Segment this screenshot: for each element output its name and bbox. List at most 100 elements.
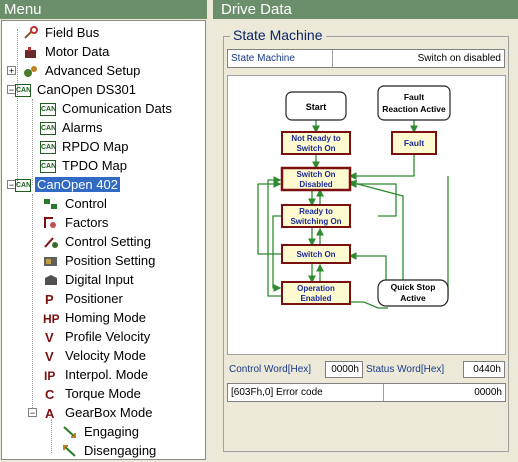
svg-text:V: V: [45, 330, 54, 344]
svg-text:Enabled: Enabled: [300, 294, 331, 303]
disengaging-icon: [62, 444, 78, 458]
control-status-row: Control Word[Hex] 0000h Status Word[Hex]…: [227, 361, 506, 378]
error-code-value: 0000h: [474, 387, 502, 398]
menu-item-canopen-ds301[interactable]: CAN CanOpen DS301: [15, 80, 138, 99]
menu-item-label: Factors: [65, 215, 109, 230]
svg-text:Reaction Active: Reaction Active: [382, 104, 446, 114]
menu-tree[interactable]: + − − − Field Bus Motor Data Advanced Se…: [1, 20, 206, 460]
menu-item-factors[interactable]: Factors: [43, 213, 110, 232]
state-machine-status-row: State Machine Switch on disabled: [227, 49, 505, 68]
engaging-icon: [62, 425, 78, 439]
menu-item-engaging[interactable]: Engaging: [62, 422, 141, 441]
collapse-gearbox-mode[interactable]: −: [28, 408, 37, 418]
menu-item-label: RPDO Map: [62, 139, 129, 154]
menu-item-label: Field Bus: [45, 25, 100, 40]
fault-state: Fault: [404, 138, 424, 148]
menu-item-control[interactable]: Control: [43, 194, 109, 213]
error-code-row: [603Fh,0] Error code 0000h: [227, 383, 506, 402]
operation-enabled-state: Operation: [297, 284, 335, 293]
svg-text:Disabled: Disabled: [299, 180, 332, 189]
menu-header: Menu: [0, 0, 207, 19]
position-setting-icon: [43, 254, 59, 268]
menu-item-advanced-setup[interactable]: Advanced Setup: [23, 61, 142, 80]
svg-text:C: C: [45, 387, 55, 401]
interpol-icon: IP: [43, 368, 59, 383]
state-machine-title: State Machine: [230, 27, 326, 43]
canopen-icon: CAN: [40, 102, 56, 116]
torque-icon: C: [43, 387, 59, 402]
menu-item-profile-velocity[interactable]: V Profile Velocity: [43, 327, 152, 346]
wrench-icon: [23, 25, 39, 40]
svg-text:V: V: [45, 349, 54, 363]
gears-icon: [23, 64, 39, 78]
menu-item-label: Comunication Dats: [62, 101, 172, 116]
menu-item-torque-mode[interactable]: C Torque Mode: [43, 384, 143, 403]
svg-text:Active: Active: [400, 293, 426, 303]
expand-advanced-setup[interactable]: +: [7, 66, 16, 76]
menu-item-positioner[interactable]: P Positioner: [43, 289, 125, 308]
menu-item-label: Position Setting: [65, 253, 156, 268]
switch-on-disabled-state: Switch On: [296, 170, 335, 179]
status-word-label: Status Word[Hex]: [366, 364, 445, 375]
motor-icon: [23, 45, 39, 59]
homing-icon: HP: [43, 311, 60, 326]
canopen-icon: CAN: [40, 159, 56, 173]
svg-text:Switching On: Switching On: [290, 217, 341, 226]
start-state: Start: [306, 102, 327, 112]
menu-item-digital-input[interactable]: Digital Input: [43, 270, 136, 289]
menu-item-label: Motor Data: [45, 44, 110, 59]
menu-item-canopen-402[interactable]: CAN CanOpen 402: [15, 175, 120, 194]
menu-item-comunication-dats[interactable]: CAN Comunication Dats: [40, 99, 174, 118]
status-word-field: 0440h: [463, 361, 505, 378]
velocity-mode-icon: V: [43, 349, 59, 364]
fault-reaction-state: Fault: [404, 92, 424, 102]
control-icon: [43, 197, 59, 211]
gearbox-icon: A: [43, 406, 59, 421]
menu-item-label: Torque Mode: [65, 386, 141, 401]
canopen-icon: CAN: [15, 83, 31, 97]
menu-item-motor-data[interactable]: Motor Data: [23, 42, 111, 61]
svg-text:P: P: [45, 292, 54, 306]
svg-text:HP: HP: [43, 312, 59, 325]
menu-item-label: CanOpen DS301: [37, 82, 137, 97]
state-diagram-svg: Start Fault Reaction Active Not Ready to…: [257, 85, 451, 309]
menu-item-velocity-mode[interactable]: V Velocity Mode: [43, 346, 148, 365]
menu-item-label: Disengaging: [84, 443, 157, 458]
menu-item-homing-mode[interactable]: HP Homing Mode: [43, 308, 148, 327]
menu-item-label: Engaging: [84, 424, 139, 439]
switch-on-state: Switch On: [296, 250, 335, 259]
drive-data-panel: State Machine State Machine Switch on di…: [213, 20, 518, 460]
menu-item-position-setting[interactable]: Position Setting: [43, 251, 157, 270]
state-machine-diagram: Start Fault Reaction Active Not Ready to…: [227, 75, 506, 355]
menu-item-field-bus[interactable]: Field Bus: [23, 23, 101, 42]
menu-item-label: Profile Velocity: [65, 329, 151, 344]
svg-text:Switch On: Switch On: [296, 144, 335, 153]
digital-input-icon: [43, 273, 59, 287]
menu-item-label: Positioner: [65, 291, 123, 306]
canopen-icon: CAN: [15, 178, 31, 192]
menu-item-label: Homing Mode: [65, 310, 146, 325]
menu-item-label: Digital Input: [65, 272, 134, 287]
menu-item-label: TPDO Map: [62, 158, 128, 173]
menu-item-interpol-mode[interactable]: IP Interpol. Mode: [43, 365, 150, 384]
state-machine-value: Switch on disabled: [417, 53, 501, 64]
ready-to-switch-on-state: Ready to: [299, 207, 333, 216]
state-machine-label: State Machine: [231, 53, 295, 64]
menu-item-alarms[interactable]: CAN Alarms: [40, 118, 104, 137]
menu-item-rpdo-map[interactable]: CAN RPDO Map: [40, 137, 130, 156]
menu-item-label: Control Setting: [65, 234, 151, 249]
menu-item-control-setting[interactable]: Control Setting: [43, 232, 153, 251]
menu-item-label: GearBox Mode: [65, 405, 153, 420]
canopen-icon: CAN: [40, 140, 56, 154]
factors-icon: [43, 216, 59, 230]
not-ready-state: Not Ready to: [291, 134, 340, 143]
menu-item-disengaging[interactable]: Disengaging: [62, 441, 158, 459]
menu-item-label: Alarms: [62, 120, 103, 135]
menu-item-tpdo-map[interactable]: CAN TPDO Map: [40, 156, 129, 175]
menu-item-label: Advanced Setup: [45, 63, 141, 78]
error-code-label: [603Fh,0] Error code: [231, 387, 323, 398]
menu-item-gearbox-mode[interactable]: A GearBox Mode: [43, 403, 154, 422]
control-word-field: 0000h: [325, 361, 363, 378]
menu-item-label: Velocity Mode: [65, 348, 146, 363]
menu-item-label: Interpol. Mode: [65, 367, 149, 382]
